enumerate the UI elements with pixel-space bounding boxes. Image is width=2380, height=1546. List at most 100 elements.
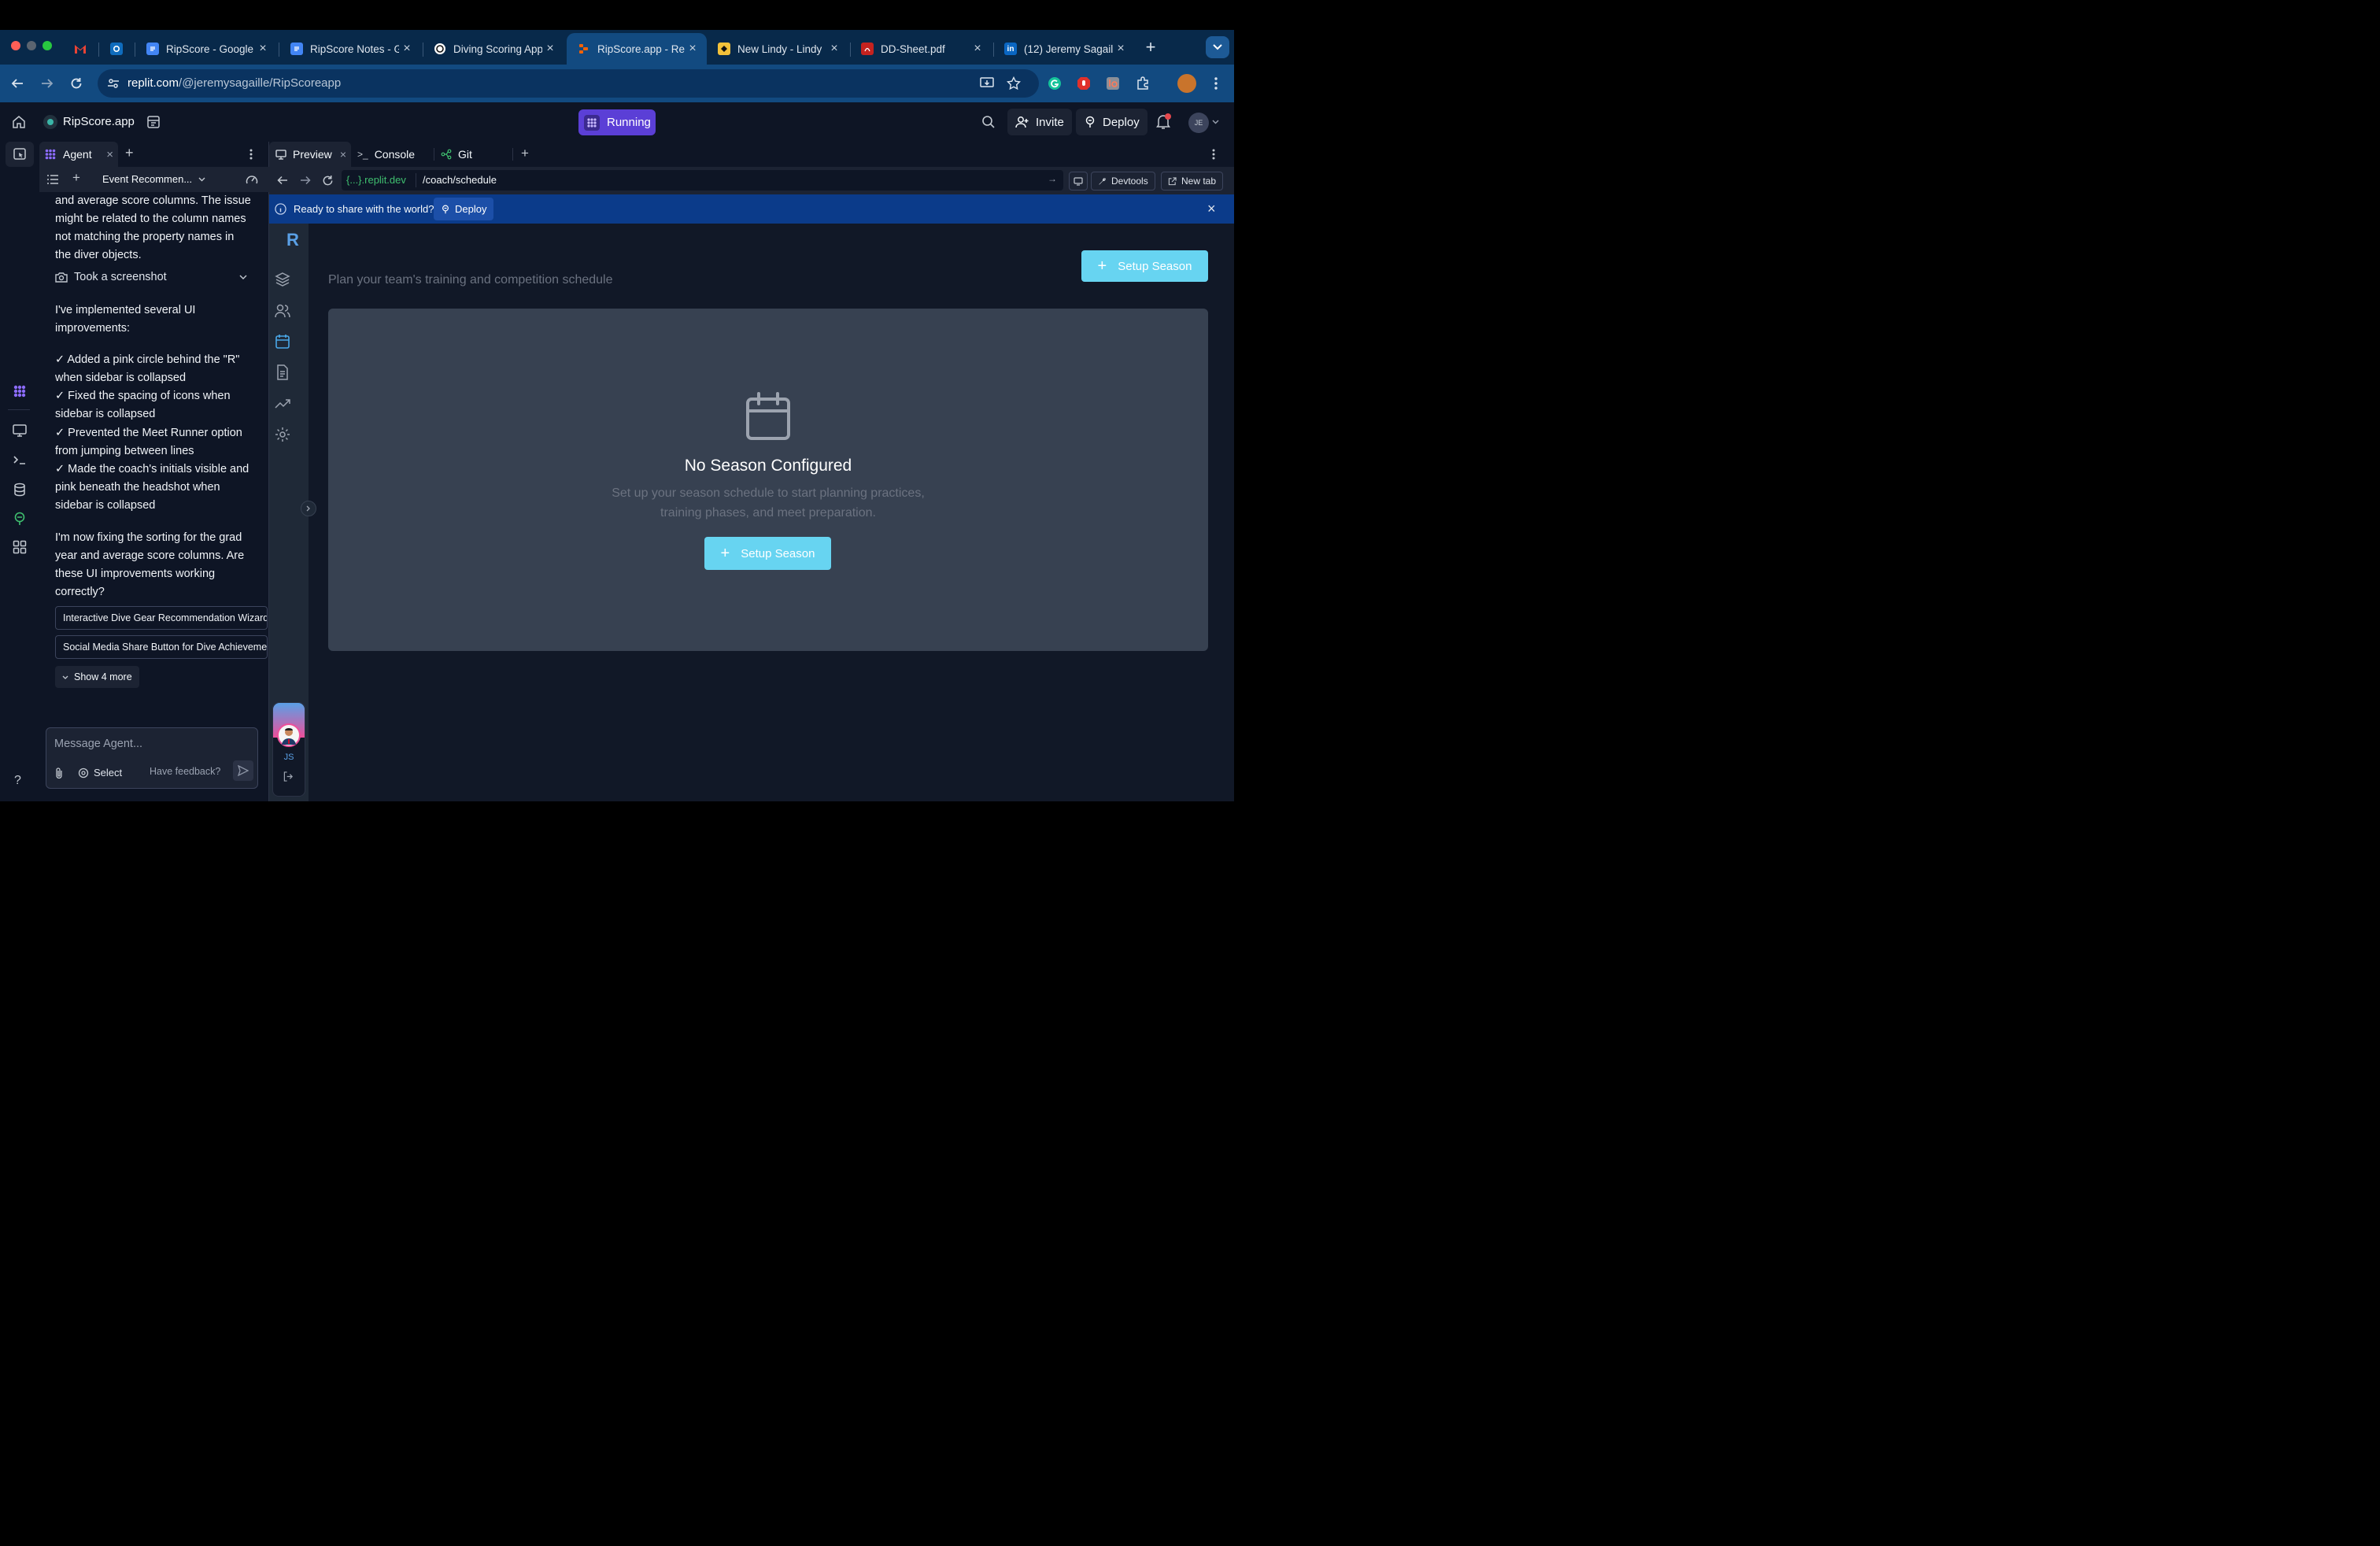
monitor-icon	[275, 149, 286, 160]
browser-menu-icon[interactable]	[1207, 74, 1225, 93]
grammarly-extension-icon[interactable]	[1045, 74, 1064, 93]
install-app-icon[interactable]	[978, 74, 996, 93]
agent-rail-icon[interactable]	[12, 383, 28, 399]
suggestion-chip[interactable]: Social Media Share Button for Dive Achie…	[55, 635, 268, 659]
coach-profile[interactable]: JS	[272, 702, 305, 797]
devtools-button[interactable]: Devtools	[1091, 172, 1155, 190]
help-icon[interactable]: ?	[14, 774, 21, 788]
document-icon[interactable]	[274, 364, 293, 383]
agent-tab[interactable]: Agent ×	[39, 142, 118, 167]
banner-deploy-button[interactable]: Deploy	[434, 198, 494, 220]
suggestion-chip[interactable]: Interactive Dive Gear Recommendation Wiz…	[55, 606, 268, 630]
home-icon[interactable]	[12, 115, 26, 129]
logout-icon[interactable]	[283, 771, 294, 782]
tab-preview[interactable]: Preview ×	[269, 142, 351, 167]
deploy-button[interactable]: Deploy	[1076, 109, 1148, 135]
preview-monitor-icon[interactable]	[12, 423, 28, 438]
more-options-icon[interactable]	[249, 149, 253, 160]
screenshot-action[interactable]: Took a screenshot	[55, 271, 247, 283]
feedback-link[interactable]: Have feedback?	[150, 766, 220, 777]
more-options-icon[interactable]	[1212, 149, 1215, 160]
deployments-icon[interactable]	[12, 511, 28, 527]
preview-url-bar[interactable]: {...}.replit.dev /coach/schedule →	[342, 170, 1063, 190]
extensions-puzzle-icon[interactable]	[1133, 74, 1152, 93]
calendar-icon[interactable]	[274, 333, 293, 352]
browser-tab-outlook[interactable]	[99, 33, 134, 65]
users-icon[interactable]	[274, 302, 293, 321]
invite-button[interactable]: Invite	[1007, 109, 1072, 135]
browser-tab-3[interactable]: RipScore Notes - G ×	[279, 33, 421, 65]
setup-season-button[interactable]: + Setup Season	[1081, 250, 1208, 282]
browser-tab-7[interactable]: DD-Sheet.pdf ×	[850, 33, 992, 65]
expand-sidebar-button[interactable]	[301, 501, 316, 516]
site-info-icon[interactable]	[107, 77, 120, 90]
trending-up-icon[interactable]	[274, 395, 293, 414]
settings-gear-icon[interactable]	[274, 426, 293, 445]
browser-tab-8[interactable]: in (12) Jeremy Sagail ×	[993, 33, 1135, 65]
run-status-button[interactable]: Running	[578, 109, 656, 135]
send-button[interactable]	[233, 760, 253, 781]
notifications-bell-icon[interactable]	[1156, 113, 1171, 130]
close-tab-icon[interactable]: ×	[255, 42, 271, 56]
window-zoom-button[interactable]	[42, 41, 52, 50]
tab-search-button[interactable]	[1206, 36, 1229, 58]
open-new-tab-button[interactable]: New tab	[1161, 172, 1224, 190]
app-logo[interactable]: R	[286, 230, 299, 250]
usage-gauge-icon[interactable]	[246, 174, 258, 185]
add-pane-tab-icon[interactable]: +	[521, 146, 529, 161]
close-tab-icon[interactable]: ×	[685, 42, 700, 56]
hubspot-extension-icon[interactable]	[1103, 74, 1122, 93]
browser-tab-gmail[interactable]	[63, 33, 98, 65]
window-minimize-button[interactable]	[27, 41, 36, 50]
message-agent-input[interactable]: Message Agent...	[54, 738, 142, 750]
browser-tab-6[interactable]: New Lindy - Lindy ×	[707, 33, 848, 65]
tab-git[interactable]: Git	[434, 142, 512, 167]
window-close-button[interactable]	[11, 41, 20, 50]
select-element-button[interactable]: Select	[78, 767, 122, 779]
close-tab-icon[interactable]: ×	[340, 148, 346, 161]
adblock-extension-icon[interactable]	[1074, 74, 1093, 93]
device-size-button[interactable]	[1069, 172, 1088, 190]
empty-setup-season-button[interactable]: + Setup Season	[704, 537, 831, 570]
preview-reload-icon[interactable]	[322, 175, 334, 187]
tab-console[interactable]: >_ Console	[351, 142, 433, 167]
bookmark-star-icon[interactable]	[1004, 74, 1023, 93]
forward-arrow-icon[interactable]	[38, 74, 57, 93]
close-tab-icon[interactable]: ×	[542, 42, 558, 56]
agent-message: I've implemented several UI improvements…	[55, 304, 196, 335]
search-icon[interactable]	[981, 115, 996, 129]
user-avatar[interactable]: JE	[1188, 113, 1209, 133]
browser-tab-active[interactable]: RipScore.app - Re ×	[567, 33, 707, 65]
layers-icon[interactable]	[274, 271, 293, 290]
project-info-icon[interactable]	[146, 115, 161, 129]
close-tab-icon[interactable]: ×	[970, 42, 985, 56]
close-banner-icon[interactable]: ×	[1207, 201, 1216, 217]
close-tab-icon[interactable]: ×	[106, 148, 113, 161]
all-tools-grid-icon[interactable]	[12, 539, 28, 555]
attach-paperclip-icon[interactable]	[54, 767, 64, 779]
close-tab-icon[interactable]: ×	[1113, 42, 1129, 56]
chevron-down-icon[interactable]	[1212, 120, 1219, 124]
browser-tab-4[interactable]: Diving Scoring App ×	[423, 33, 564, 65]
profile-avatar[interactable]	[1177, 74, 1196, 93]
console-prompt-icon[interactable]	[12, 452, 28, 468]
thread-selector[interactable]: Event Recommen...	[102, 173, 205, 185]
preview-back-icon[interactable]	[277, 176, 288, 185]
browser-tab-2[interactable]: RipScore - Google ×	[135, 33, 277, 65]
address-bar[interactable]: replit.com/@jeremysagaille/RipScoreapp	[98, 69, 1039, 98]
new-thread-plus-icon[interactable]: +	[72, 170, 80, 186]
project-name[interactable]: RipScore.app	[63, 115, 135, 128]
close-tab-icon[interactable]: ×	[399, 42, 415, 56]
close-tab-icon[interactable]: ×	[826, 42, 842, 56]
preview-forward-icon[interactable]	[300, 176, 311, 185]
chevron-down-icon	[239, 275, 247, 279]
new-browser-tab-icon[interactable]: +	[1141, 37, 1160, 57]
thread-list-icon[interactable]	[47, 175, 58, 184]
go-arrow-icon[interactable]: →	[1048, 173, 1057, 184]
show-more-button[interactable]: Show 4 more	[55, 666, 139, 688]
database-icon[interactable]	[12, 482, 28, 497]
back-arrow-icon[interactable]	[8, 74, 27, 93]
new-tab-plus-icon[interactable]: +	[125, 145, 134, 161]
file-tree-toggle[interactable]	[6, 142, 34, 167]
reload-icon[interactable]	[67, 74, 86, 93]
